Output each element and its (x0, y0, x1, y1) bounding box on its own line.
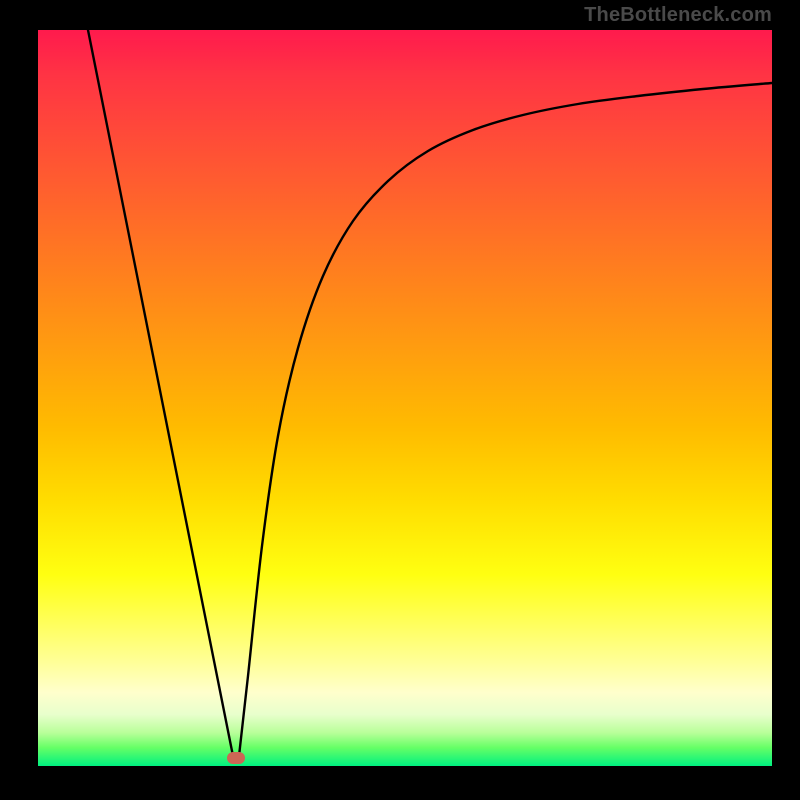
curve-svg (38, 30, 772, 766)
plot-area (38, 30, 772, 766)
attribution-text: TheBottleneck.com (584, 4, 772, 27)
vertex-marker (227, 752, 245, 764)
right-branch-path (239, 83, 772, 756)
left-branch-path (88, 30, 233, 756)
chart-container: TheBottleneck.com (0, 0, 800, 800)
